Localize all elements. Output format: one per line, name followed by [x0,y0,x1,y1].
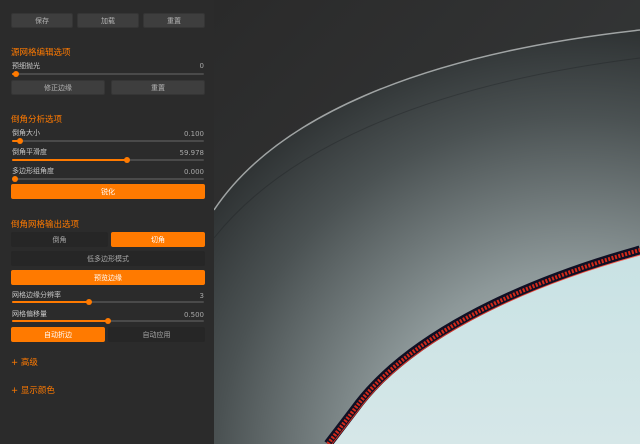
edge-resolution-slider-fill [12,301,89,303]
bevel-smoothness-slider-handle[interactable] [124,157,131,163]
tab-bevel[interactable]: 倒角 [11,232,108,247]
source-mesh-title: 源网格编辑选项 [11,48,71,58]
bevel-size-label: 倒角大小 [12,129,40,137]
tab-chamfer[interactable]: 切角 [111,232,205,247]
side-panel: 保存 加载 重置 源网格编辑选项 预细抛光 0 修正边缘 重置 倒角分析选项 倒… [0,0,215,444]
sharpen-button[interactable]: 锐化 [11,184,205,199]
bevel-output-title: 倒角网格输出选项 [11,220,80,230]
bevel-smoothness-label: 倒角平滑度 [12,148,47,156]
smooth-slider-handle[interactable] [12,71,19,77]
edge-resolution-slider[interactable] [12,299,204,305]
advanced-expander[interactable]: + 高级 [11,356,38,368]
bevel-smoothness-slider[interactable] [12,157,204,163]
viewport-render [214,0,640,444]
bevel-smoothness-value: 59.978 [179,149,205,157]
3d-viewport[interactable] [214,0,640,444]
bevel-size-slider-handle[interactable] [16,138,23,144]
edge-resolution-slider-handle[interactable] [85,299,92,305]
bevel-size-value: 0.100 [183,130,204,138]
reset-all-button[interactable]: 重置 [143,13,205,28]
low-poly-mode-toggle[interactable]: 低多边形模式 [11,251,205,266]
polygon-angle-value: 0.000 [183,168,204,176]
smooth-value: 0 [199,62,204,70]
display-colors-expander[interactable]: + 显示颜色 [11,384,55,396]
smooth-slider[interactable] [12,71,204,77]
bevel-size-slider[interactable] [12,138,204,144]
load-button[interactable]: 加载 [77,13,139,28]
smooth-label: 预细抛光 [12,62,40,70]
mesh-offset-value: 0.500 [183,311,204,319]
mesh-offset-label: 网格偏移量 [12,310,47,318]
mesh-offset-slider[interactable] [12,318,204,324]
mesh-offset-slider-fill [12,320,108,322]
polygon-angle-slider[interactable] [11,176,204,182]
save-button[interactable]: 保存 [11,13,73,28]
polygon-angle-label: 多边形组角度 [12,167,54,175]
bevel-smoothness-slider-fill [12,159,128,161]
auto-apply-toggle[interactable]: 自动应用 [108,327,205,342]
bevel-analysis-title: 倒角分析选项 [11,115,63,125]
edge-resolution-label: 网格边缘分辨率 [12,291,61,299]
edge-resolution-value: 3 [199,292,204,300]
auto-fold-toggle[interactable]: 自动折边 [11,327,105,342]
mesh-offset-slider-handle[interactable] [105,318,111,324]
polygon-angle-slider-handle[interactable] [11,176,18,182]
preview-edges-toggle[interactable]: 预览边缘 [11,270,205,285]
source-reset-button[interactable]: 重置 [111,80,205,95]
fix-edges-button[interactable]: 修正边缘 [11,80,105,95]
